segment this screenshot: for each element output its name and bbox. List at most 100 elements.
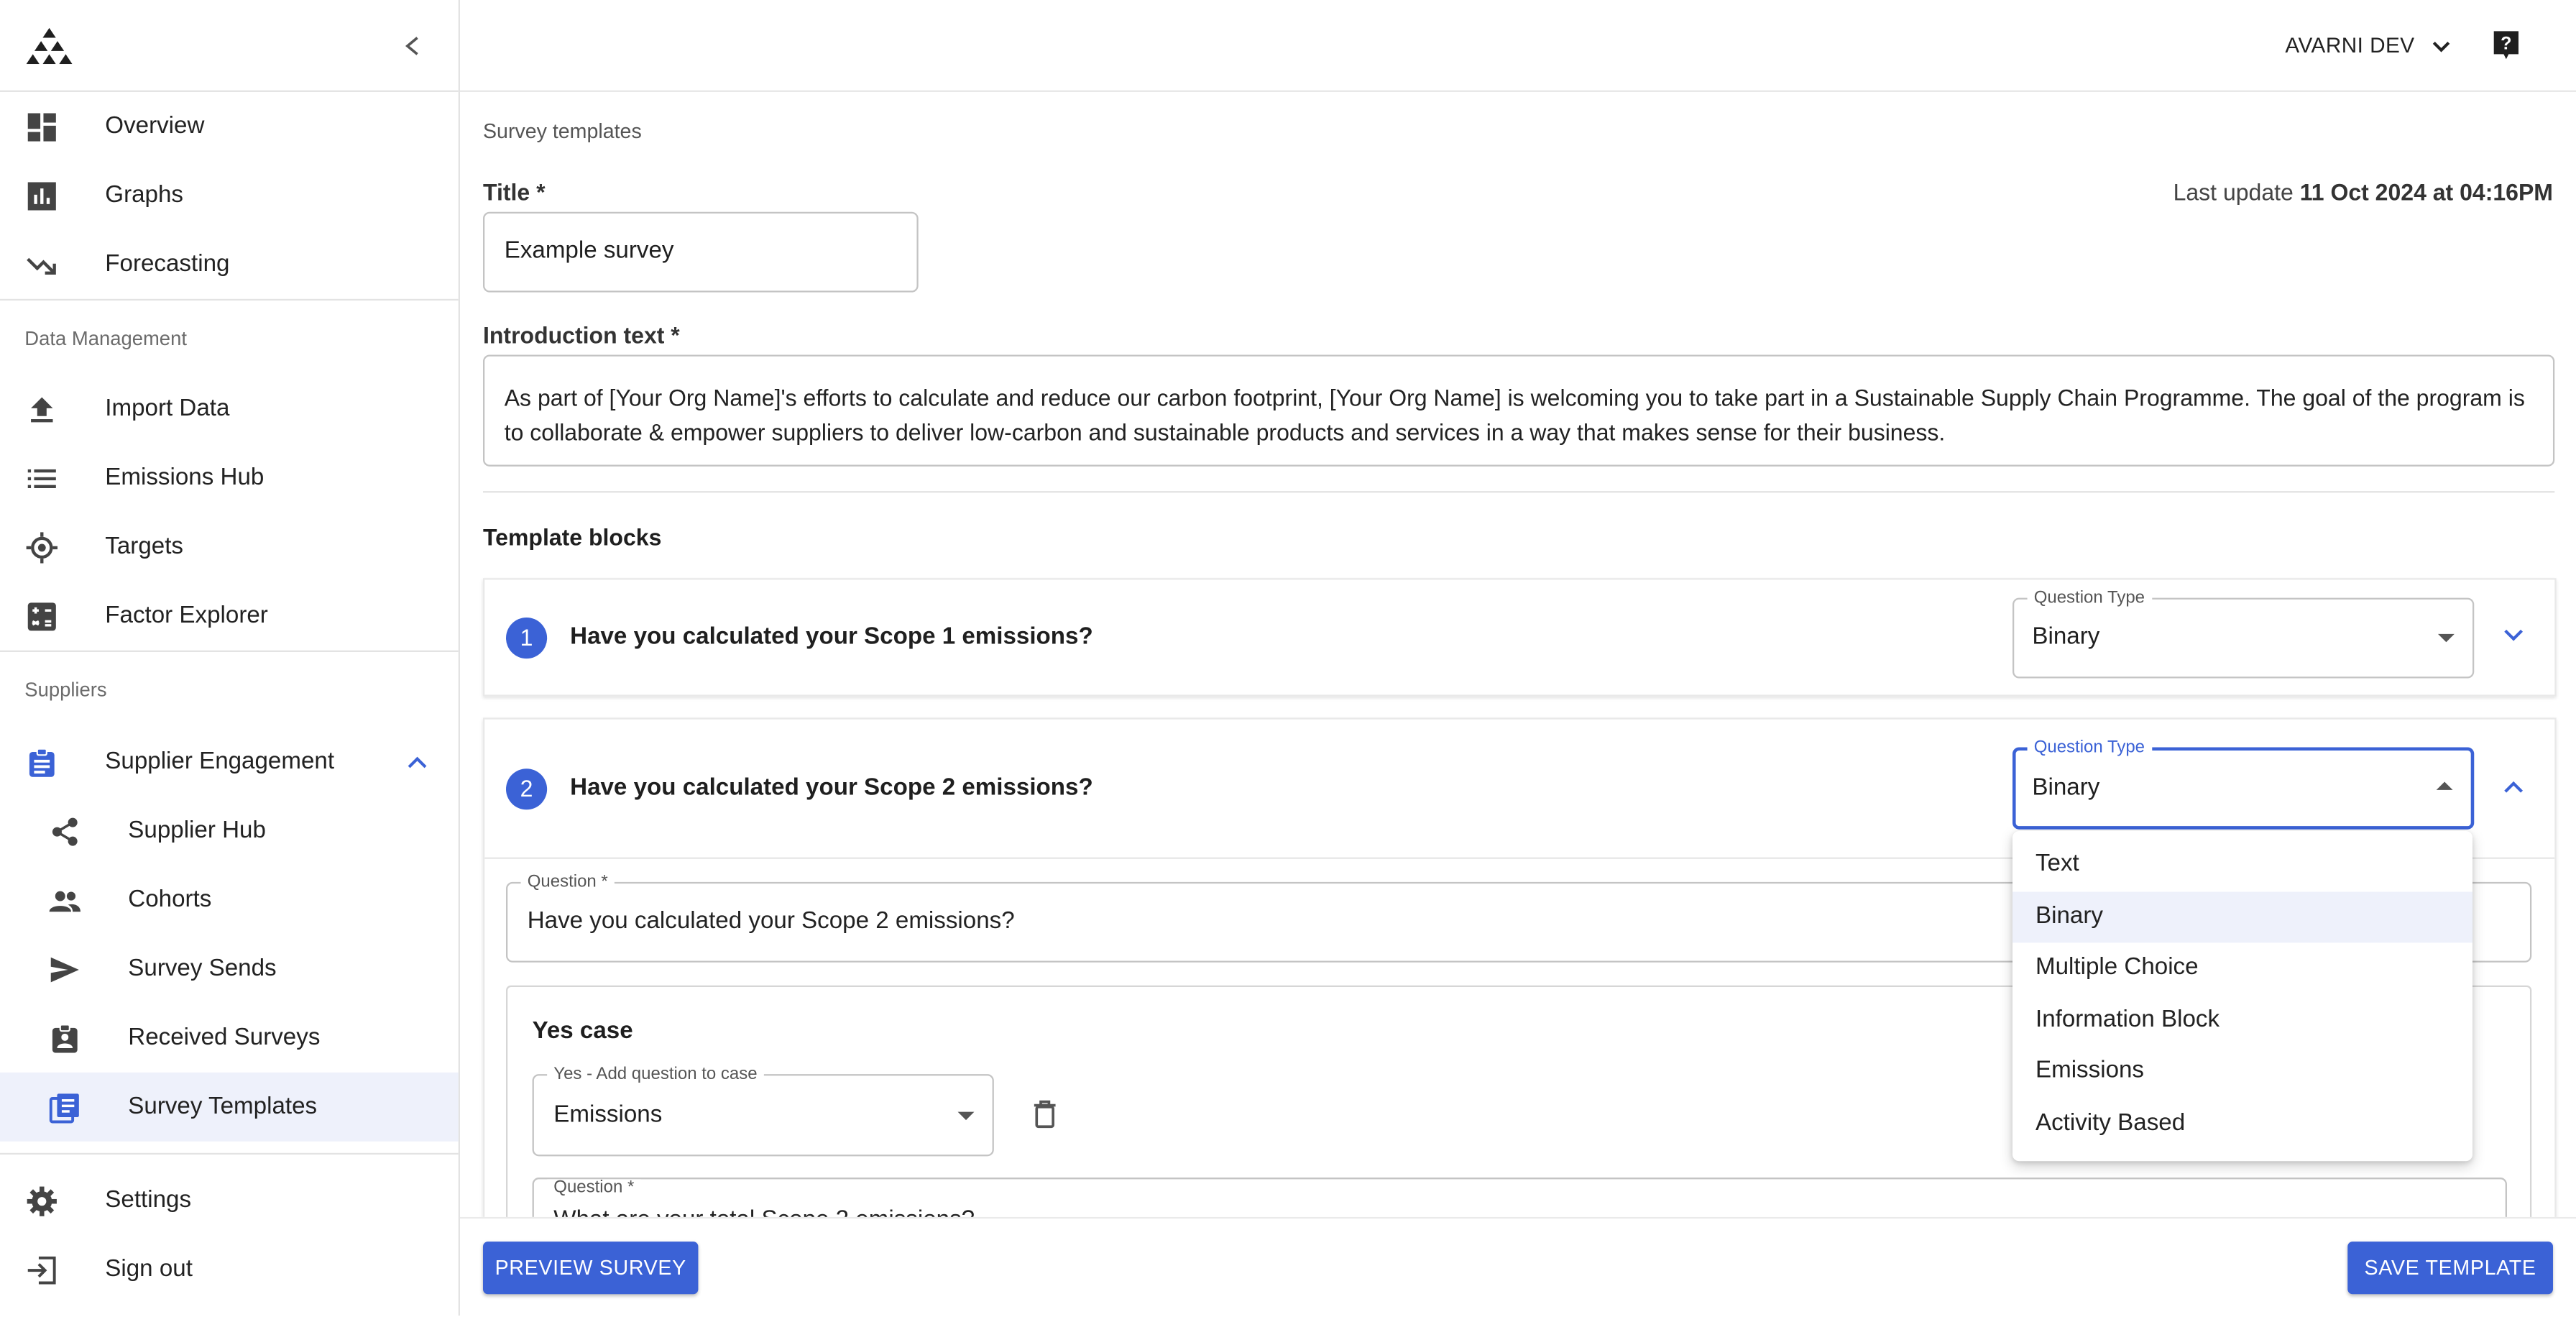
caret-up-icon bbox=[2436, 781, 2453, 790]
top-bar: AVARNI DEV ? bbox=[459, 0, 2576, 92]
help-icon[interactable]: ? bbox=[2492, 29, 2520, 60]
section-label-suppliers: Suppliers bbox=[24, 678, 107, 702]
caret-down-icon bbox=[957, 1111, 975, 1121]
sub-question-label: Question * bbox=[547, 1179, 641, 1198]
trash-icon[interactable] bbox=[1034, 1100, 1057, 1129]
title-label: Title * bbox=[482, 179, 546, 206]
question-type-select-focused[interactable]: Question Type Binary bbox=[2012, 737, 2475, 830]
calculator-icon bbox=[27, 602, 56, 631]
chevron-up-icon[interactable] bbox=[406, 754, 429, 771]
org-switcher[interactable]: AVARNI DEV bbox=[2285, 0, 2450, 91]
sidebar-item-targets[interactable]: Targets bbox=[0, 513, 459, 582]
last-update-prefix: Last update bbox=[2173, 179, 2294, 206]
avarni-logo[interactable] bbox=[26, 27, 73, 65]
sidebar-item-cohorts[interactable]: Cohorts bbox=[0, 866, 459, 935]
menu-option-information-block[interactable]: Information Block bbox=[2012, 995, 2472, 1046]
sidebar-item-label: Graphs bbox=[105, 182, 183, 209]
sidebar-item-factor-explorer[interactable]: Factor Explorer bbox=[0, 582, 459, 651]
assignment-icon bbox=[52, 1024, 78, 1053]
sidebar-item-settings[interactable]: Settings bbox=[0, 1166, 459, 1235]
yes-add-question-select[interactable]: Yes - Add question to case Emissions bbox=[532, 1064, 994, 1157]
menu-option-multiple-choice[interactable]: Multiple Choice bbox=[2012, 942, 2472, 994]
collapse-icon[interactable] bbox=[2502, 779, 2525, 795]
trending-down-icon bbox=[27, 257, 56, 275]
logout-icon bbox=[27, 1256, 56, 1285]
sidebar-item-label: Emissions Hub bbox=[105, 464, 264, 492]
target-icon bbox=[26, 532, 58, 564]
sidebar-item-label: Sign out bbox=[105, 1256, 193, 1283]
sidebar-item-label: Survey Sends bbox=[128, 955, 277, 983]
last-update: Last update 11 Oct 2024 at 04:16PM bbox=[2174, 179, 2553, 206]
preview-survey-button[interactable]: PREVIEW SURVEY bbox=[482, 1242, 699, 1295]
chevron-left-icon[interactable] bbox=[402, 35, 422, 58]
sidebar: Overview Graphs Forecasting Data Managem… bbox=[0, 0, 460, 1316]
chevron-down-icon bbox=[2432, 42, 2450, 52]
last-update-value: 11 Oct 2024 at 04:16PM bbox=[2299, 179, 2553, 206]
sidebar-item-supplier-hub[interactable]: Supplier Hub bbox=[0, 797, 459, 866]
template-block-1[interactable]: 1 Have you calculated your Scope 1 emiss… bbox=[482, 578, 2557, 697]
sidebar-item-graphs[interactable]: Graphs bbox=[0, 161, 459, 230]
sidebar-item-overview[interactable]: Overview bbox=[0, 92, 459, 161]
intro-textarea[interactable]: As part of [Your Org Name]'s efforts to … bbox=[482, 354, 2555, 467]
save-template-button[interactable]: SAVE TEMPLATE bbox=[2347, 1242, 2553, 1295]
sidebar-item-label: Import Data bbox=[105, 395, 230, 423]
dashboard-icon bbox=[27, 113, 56, 142]
sidebar-divider bbox=[0, 298, 459, 301]
step-badge: 2 bbox=[505, 768, 548, 810]
intro-label: Introduction text * bbox=[482, 321, 680, 349]
send-icon bbox=[50, 957, 79, 983]
menu-option-binary[interactable]: Binary bbox=[2012, 891, 2472, 943]
block-title: Have you calculated your Scope 2 emissio… bbox=[570, 775, 1093, 802]
section-divider bbox=[482, 491, 2555, 493]
bar-chart-icon bbox=[27, 182, 56, 211]
sidebar-item-label: Survey Templates bbox=[128, 1093, 318, 1121]
question-value: Have you calculated your Scope 2 emissio… bbox=[527, 908, 1015, 935]
sidebar-item-label: Settings bbox=[105, 1187, 192, 1214]
sidebar-group-supplier-engagement[interactable]: Supplier Engagement bbox=[0, 728, 459, 797]
caret-down-icon bbox=[2437, 633, 2455, 643]
sidebar-item-received-surveys[interactable]: Received Surveys bbox=[0, 1004, 459, 1073]
question-type-value: Binary bbox=[2032, 775, 2100, 802]
sidebar-item-import-data[interactable]: Import Data bbox=[0, 375, 459, 444]
question-type-menu: Text Binary Multiple Choice Information … bbox=[2012, 831, 2472, 1162]
sidebar-item-label: Cohorts bbox=[128, 886, 212, 914]
sidebar-item-label: Factor Explorer bbox=[105, 602, 268, 630]
people-icon bbox=[49, 891, 80, 912]
svg-text:?: ? bbox=[2501, 34, 2511, 54]
list-icon bbox=[27, 469, 56, 488]
breadcrumb[interactable]: Survey templates bbox=[483, 120, 642, 143]
sidebar-item-label: Targets bbox=[105, 533, 183, 561]
sidebar-item-forecasting[interactable]: Forecasting bbox=[0, 230, 459, 299]
sidebar-item-sign-out[interactable]: Sign out bbox=[0, 1235, 459, 1304]
sidebar-item-label: Overview bbox=[105, 113, 205, 140]
library-icon bbox=[49, 1093, 79, 1124]
menu-option-text[interactable]: Text bbox=[2012, 839, 2472, 890]
menu-option-activity-based[interactable]: Activity Based bbox=[2012, 1098, 2472, 1149]
section-label-data-management: Data Management bbox=[24, 326, 187, 350]
sidebar-item-emissions-hub[interactable]: Emissions Hub bbox=[0, 444, 459, 513]
block-title: Have you calculated your Scope 1 emissio… bbox=[570, 624, 1093, 651]
expand-icon[interactable] bbox=[2502, 628, 2525, 644]
sidebar-item-survey-sends[interactable]: Survey Sends bbox=[0, 935, 459, 1004]
org-name: AVARNI DEV bbox=[2285, 32, 2415, 58]
question-type-select[interactable]: Question Type Binary bbox=[2012, 587, 2475, 679]
sidebar-item-label: Supplier Engagement bbox=[105, 748, 335, 776]
upload-icon bbox=[31, 397, 53, 423]
sidebar-divider bbox=[0, 1152, 459, 1155]
sidebar-item-label: Received Surveys bbox=[128, 1024, 321, 1052]
clipboard-icon bbox=[29, 748, 55, 777]
menu-option-emissions[interactable]: Emissions bbox=[2012, 1046, 2472, 1097]
sidebar-divider bbox=[0, 650, 459, 652]
sidebar-item-label: Supplier Hub bbox=[128, 817, 266, 845]
footer-bar bbox=[459, 1216, 2576, 1317]
yes-add-value: Emissions bbox=[553, 1101, 663, 1129]
question-type-value: Binary bbox=[2032, 624, 2100, 651]
sidebar-item-label: Forecasting bbox=[105, 251, 230, 278]
template-blocks-label: Template blocks bbox=[482, 523, 662, 551]
step-badge: 1 bbox=[505, 618, 548, 659]
yes-case-title: Yes case bbox=[532, 1018, 633, 1045]
gear-icon bbox=[27, 1186, 57, 1216]
sidebar-item-survey-templates[interactable]: Survey Templates bbox=[0, 1072, 459, 1142]
title-input[interactable]: Example survey bbox=[482, 211, 919, 293]
share-icon bbox=[52, 817, 78, 846]
